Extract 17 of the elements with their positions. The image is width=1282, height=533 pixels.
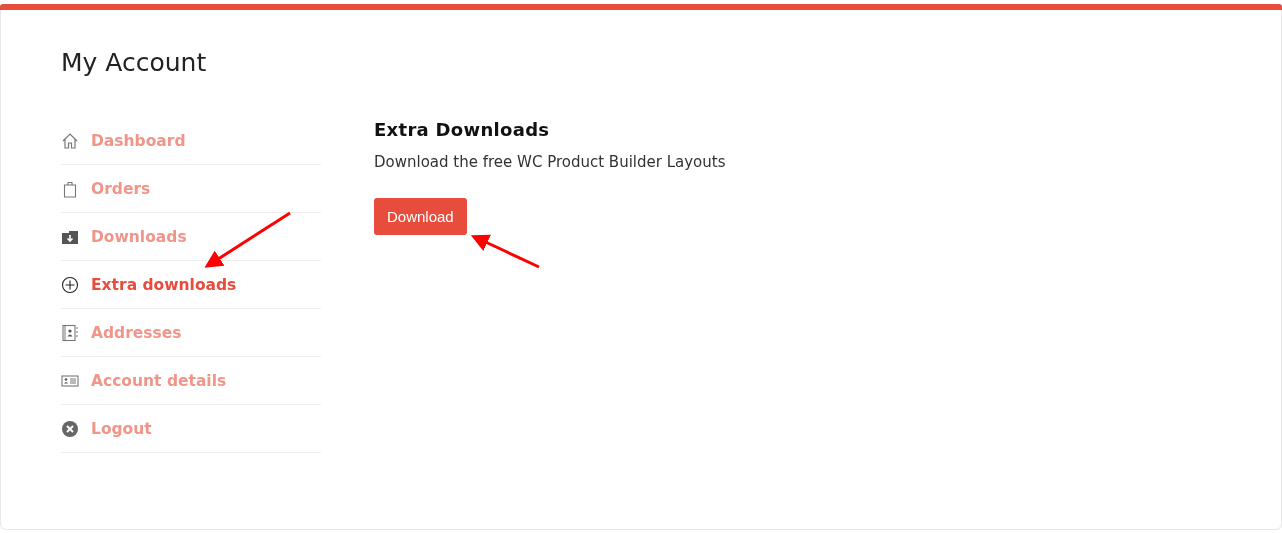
nav-link[interactable]: Downloads	[61, 213, 321, 261]
home-icon	[61, 131, 79, 150]
contact-book-icon	[61, 323, 79, 342]
nav-link[interactable]: Logout	[61, 405, 321, 453]
close-circle-icon	[61, 419, 79, 438]
nav-link[interactable]: Orders	[61, 165, 321, 213]
annotation-arrow	[470, 234, 540, 269]
nav-link[interactable]: Dashboard	[61, 117, 321, 165]
description-text: Download the free WC Product Builder Layouts	[374, 153, 726, 171]
plus-circle-icon	[61, 275, 79, 294]
section-heading: Extra Downloads	[374, 119, 550, 140]
download-button[interactable]: Download	[374, 198, 467, 235]
nav-link[interactable]: Account details	[61, 357, 321, 405]
bag-icon	[61, 179, 79, 198]
page-title: My Account	[61, 48, 207, 77]
nav-link[interactable]: Extra downloads	[61, 261, 321, 309]
nav-link[interactable]: Addresses	[61, 309, 321, 357]
